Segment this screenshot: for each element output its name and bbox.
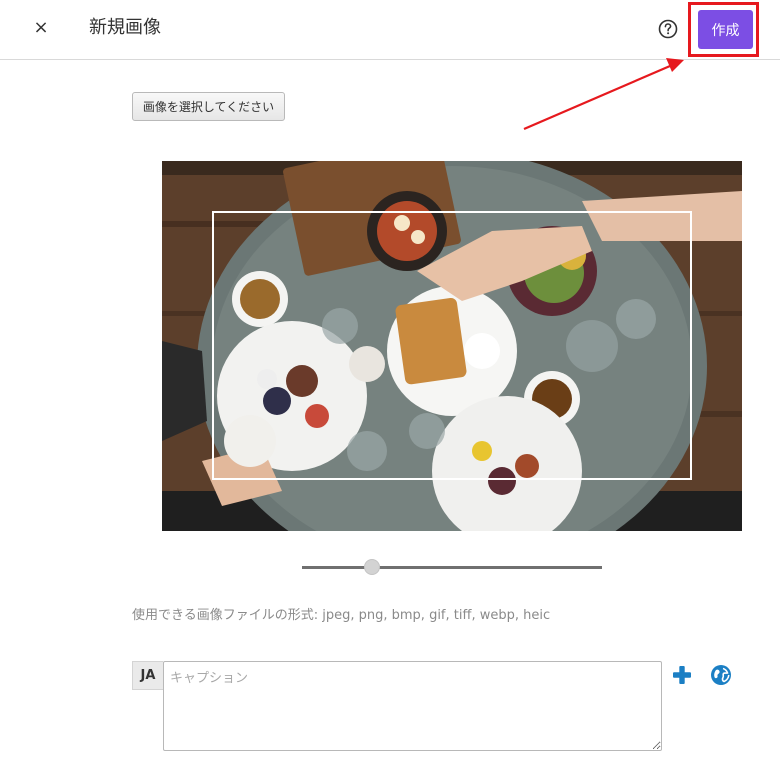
page-title: 新規画像 (89, 17, 161, 38)
zoom-slider[interactable] (302, 556, 602, 580)
create-button[interactable]: 作成 (698, 10, 753, 49)
modal-header: × 新規画像 作成 (0, 0, 780, 60)
close-icon[interactable]: × (30, 15, 52, 41)
slider-thumb[interactable] (364, 559, 380, 575)
language-badge: JA (132, 661, 163, 690)
plus-icon[interactable] (671, 664, 693, 686)
caption-input[interactable] (163, 661, 662, 751)
select-image-button[interactable]: 画像を選択してください (132, 92, 285, 121)
supported-formats-text: 使用できる画像ファイルの形式: jpeg, png, bmp, gif, tif… (132, 608, 551, 623)
globe-icon[interactable] (710, 664, 732, 686)
slider-track (302, 566, 602, 569)
crop-frame[interactable] (212, 211, 692, 480)
help-icon[interactable] (658, 19, 678, 39)
